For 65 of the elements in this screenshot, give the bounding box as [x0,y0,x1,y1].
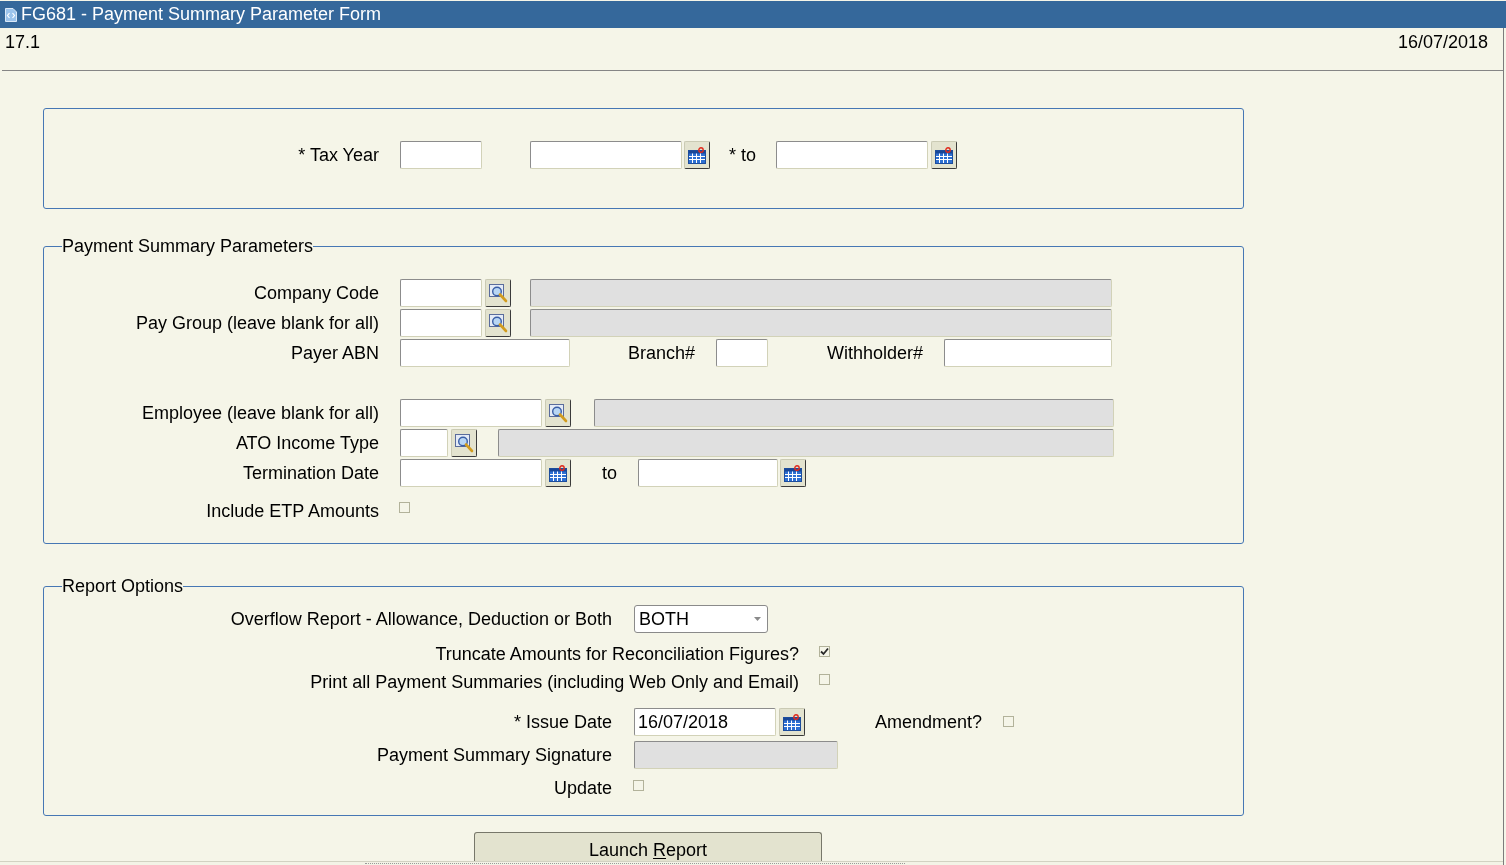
checkbox[interactable] [399,502,410,513]
field-label: to [602,462,617,484]
field-label: Pay Group (leave blank for all) [135,312,379,334]
input-field[interactable] [638,459,778,487]
search-button[interactable] [485,309,511,337]
checkbox[interactable] [819,674,830,685]
field-label: Truncate Amounts for Reconciliation Figures? [435,643,799,665]
field-label: Print all Payment Summaries (including Web Only and Email) [310,671,799,693]
calendar-icon [549,464,567,482]
field-label: Company Code [253,282,379,304]
field-label: Employee (leave blank for all) [141,402,379,424]
calendar-button[interactable] [545,459,571,487]
field-label: Include ETP Amounts [206,500,379,522]
date-field[interactable]: 16/07/2018 [634,708,776,736]
panel-legend: Report Options [62,576,184,597]
field-label: ATO Income Type [235,432,379,454]
window-title: FG681 - Payment Summary Parameter Form [21,4,382,25]
calendar-button[interactable] [931,141,957,169]
calendar-button[interactable] [779,708,805,736]
input-field[interactable] [944,339,1112,367]
input-field[interactable] [776,141,928,169]
search-icon [488,283,508,303]
search-icon [488,313,508,333]
input-field[interactable] [530,141,682,169]
checkbox[interactable] [633,780,644,791]
input-field[interactable] [400,459,542,487]
field-label: Amendment? [874,711,982,733]
dropdown[interactable]: BOTH [634,605,768,633]
date-text: 16/07/2018 [1397,31,1488,53]
input-field[interactable] [400,141,482,169]
caret-icon [754,617,761,621]
calendar-button[interactable] [780,459,806,487]
calendar-icon [935,146,953,164]
search-icon [454,433,474,453]
search-button[interactable] [545,399,571,427]
input-field[interactable] [400,339,570,367]
launch-report-button[interactable]: Launch Report [474,832,822,861]
calendar-button[interactable] [684,141,710,169]
input-field[interactable] [400,429,448,457]
version-text: 17.1 [5,31,41,53]
search-icon [548,403,568,423]
field-label: Payment Summary Signature [376,744,612,766]
field-label: Update [553,777,612,799]
field-label: Overflow Report - Allowance, Deduction or Both [230,608,612,630]
search-button[interactable] [485,279,511,307]
checkbox[interactable] [819,646,830,657]
field-label: Payer ABN [290,342,379,364]
field-label: * Issue Date [513,711,612,733]
input-field[interactable] [400,279,482,307]
document-icon [5,7,17,22]
field-label: Branch# [627,342,695,364]
field-label: Termination Date [242,462,379,484]
calendar-icon [783,713,801,731]
checkbox[interactable] [1003,716,1014,727]
input-field[interactable] [716,339,768,367]
panel-legend: Payment Summary Parameters [62,236,314,257]
field-label: Withholder# [826,342,923,364]
input-field[interactable] [400,399,542,427]
input-field[interactable] [400,309,482,337]
tick-icon [820,647,829,656]
calendar-icon [784,464,802,482]
search-button[interactable] [451,429,477,457]
field-label: * to [729,144,757,166]
calendar-icon [688,146,706,164]
field-label: * Tax Year [298,144,379,166]
